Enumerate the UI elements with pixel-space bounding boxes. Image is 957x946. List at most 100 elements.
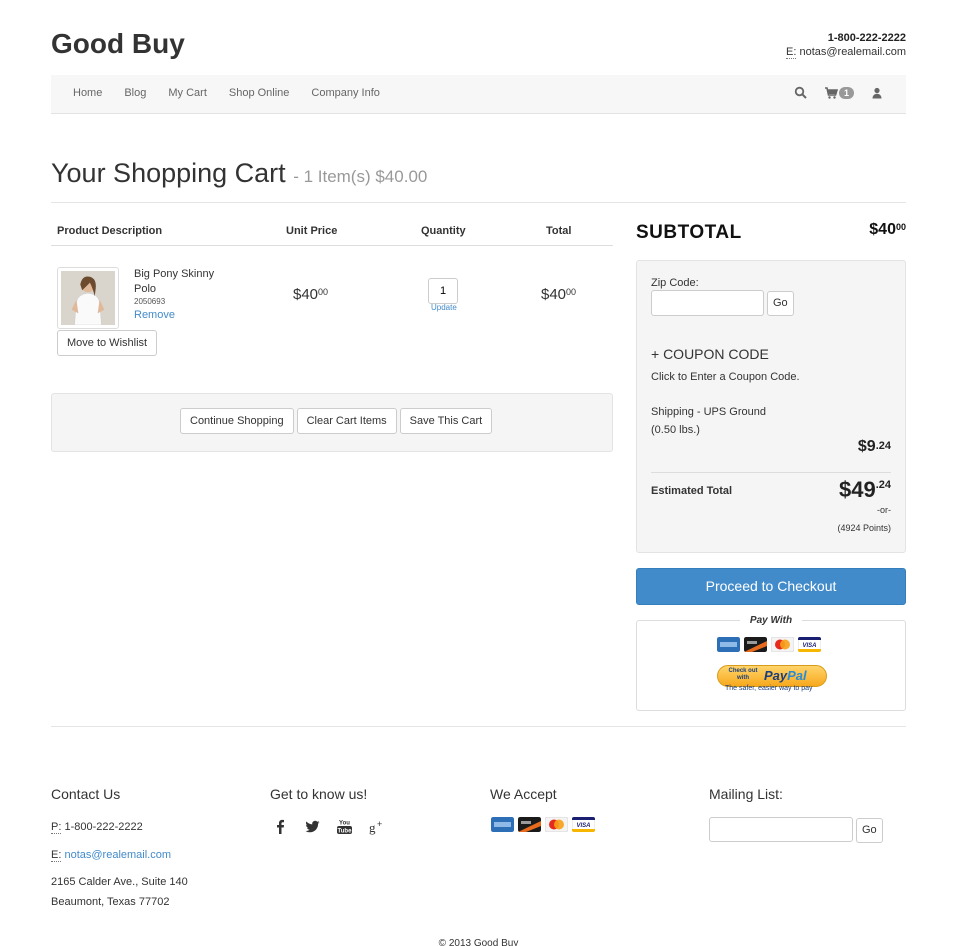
footer-social-heading: Get to know us! (270, 786, 368, 802)
nav-link-my-cart[interactable]: My Cart (168, 87, 207, 99)
estimated-total-value: $49.24 (839, 477, 891, 503)
amex-card-icon (491, 817, 514, 832)
footer-mailing-heading: Mailing List: (709, 786, 783, 802)
table-header-divider (51, 245, 613, 246)
product-sku: 2050693 (134, 297, 166, 306)
clear-cart-button[interactable]: Clear Cart Items (296, 408, 397, 434)
page-title-text: Your Shopping Cart (51, 158, 286, 188)
discover-card-icon (518, 817, 541, 832)
discover-card-icon (744, 637, 767, 652)
continue-shopping-button[interactable]: Continue Shopping (180, 408, 294, 434)
header-phone: 1-800-222-2222 (827, 32, 906, 44)
product-name[interactable]: Big Pony Skinny Polo (134, 267, 224, 297)
youtube-icon[interactable]: You Tube (336, 818, 353, 835)
zip-code-label: Zip Code: (651, 277, 699, 289)
payment-cards: VISA (717, 637, 821, 652)
subtotal-dollars: $40 (869, 221, 896, 238)
page-title: Your Shopping Cart - 1 Item(s) $40.00 (51, 158, 427, 189)
amex-card-icon (717, 637, 740, 652)
brand-logo[interactable]: Good Buy (51, 28, 185, 60)
facebook-icon[interactable] (272, 818, 289, 835)
product-image (61, 271, 115, 326)
footer-email-label: E: (51, 849, 62, 862)
order-summary: Zip Code: Go + COUPON CODE Click to Ente… (636, 260, 906, 553)
svg-text:+: + (377, 819, 382, 829)
proceed-to-checkout-button[interactable]: Proceed to Checkout (636, 568, 906, 605)
paypal-logo-pay: Pay (764, 668, 788, 683)
visa-card-icon: VISA (798, 637, 821, 652)
zip-go-button[interactable]: Go (767, 291, 794, 316)
col-header-product: Product Description (57, 225, 163, 237)
points-total: (4924 Points) (837, 523, 891, 533)
remove-item-link[interactable]: Remove (134, 309, 175, 321)
nav-link-blog[interactable]: Blog (124, 87, 146, 99)
footer-accept-heading: We Accept (490, 786, 557, 802)
svg-text:Tube: Tube (338, 829, 353, 835)
copyright: © 2013 Good Buy (438, 938, 519, 946)
shipping-method: Shipping - UPS Ground (651, 406, 766, 418)
social-links: You Tube g + (272, 818, 385, 835)
google-plus-icon[interactable]: g + (368, 818, 385, 835)
visa-card-icon: VISA (572, 817, 595, 832)
estimated-cents: .24 (875, 479, 891, 491)
footer-payment-cards: VISA (491, 817, 595, 832)
mailing-list-email-input[interactable] (709, 817, 853, 842)
twitter-icon[interactable] (304, 818, 321, 835)
product-thumbnail[interactable] (57, 267, 119, 329)
estimated-dollars: $49 (838, 477, 876, 502)
shipping-cents: .24 (875, 440, 891, 452)
cart-actions: Continue Shopping Clear Cart Items Save … (51, 393, 613, 452)
header-email-label: E: (785, 46, 797, 59)
nav-cart[interactable]: 1 (824, 86, 854, 100)
nav-link-home[interactable]: Home (73, 87, 102, 99)
paypal-checkout-button[interactable]: Check out with PayPal (717, 665, 827, 687)
subtotal-label: SUBTOTAL (636, 222, 742, 243)
svg-text:VISA: VISA (802, 643, 816, 649)
footer-divider (51, 726, 906, 727)
cart-count-badge: 1 (838, 87, 854, 99)
summary-divider (651, 472, 891, 473)
header-email: notas@realemail.com (799, 46, 906, 58)
line-total-cents: 00 (566, 287, 577, 297)
search-icon[interactable] (794, 86, 808, 100)
header-contact: 1-800-222-2222 E: notas@realemail.com (785, 31, 906, 59)
unit-price-dollars: $40 (293, 286, 319, 303)
col-header-quantity: Quantity (421, 225, 466, 237)
coupon-code-toggle[interactable]: + COUPON CODE (651, 346, 769, 362)
paypal-logo-pal: Pal (787, 668, 807, 683)
pay-with-box: Pay With VISA Check out with PayPal The … (636, 615, 906, 711)
move-to-wishlist-button[interactable]: Move to Wishlist (57, 330, 158, 356)
update-quantity-link[interactable]: Update (431, 303, 457, 312)
svg-text:You: You (339, 821, 350, 827)
col-header-unit-price: Unit Price (286, 225, 338, 237)
or-separator: -or- (877, 505, 891, 515)
save-cart-button[interactable]: Save This Cart (399, 408, 493, 434)
shipping-weight: (0.50 lbs.) (651, 424, 700, 436)
footer-phone: P: 1-800-222-2222 (51, 821, 143, 834)
footer-email-link[interactable]: notas@realemail.com (64, 849, 171, 861)
zip-code-input[interactable] (651, 290, 764, 316)
mastercard-icon (771, 637, 794, 652)
pay-with-title: Pay With (739, 615, 803, 626)
nav-link-company-info[interactable]: Company Info (311, 87, 379, 99)
mailing-list-go-button[interactable]: Go (856, 818, 883, 843)
unit-price: $4000 (293, 286, 328, 303)
main-navbar: Home Blog My Cart Shop Online Company In… (51, 75, 906, 114)
nav-link-shop-online[interactable]: Shop Online (229, 87, 290, 99)
paypal-tagline: The safer, easier way to pay (725, 685, 813, 692)
paypal-small-text: Check out with (728, 668, 758, 681)
mastercard-icon (545, 817, 568, 832)
shopping-cart-icon (824, 86, 839, 100)
user-icon[interactable] (870, 86, 884, 100)
shipping-cost: $9.24 (858, 438, 891, 456)
line-total: $4000 (541, 286, 576, 303)
footer-phone-label: P: (51, 821, 62, 834)
estimated-total-label: Estimated Total (651, 485, 733, 497)
quantity-input[interactable] (428, 278, 458, 304)
header-email-line: E: notas@realemail.com (785, 45, 906, 59)
unit-price-cents: 00 (318, 287, 329, 297)
paypal-logo: PayPal (764, 668, 807, 683)
svg-text:VISA: VISA (576, 823, 590, 829)
line-total-dollars: $40 (541, 286, 567, 303)
footer-contact-heading: Contact Us (51, 786, 121, 802)
